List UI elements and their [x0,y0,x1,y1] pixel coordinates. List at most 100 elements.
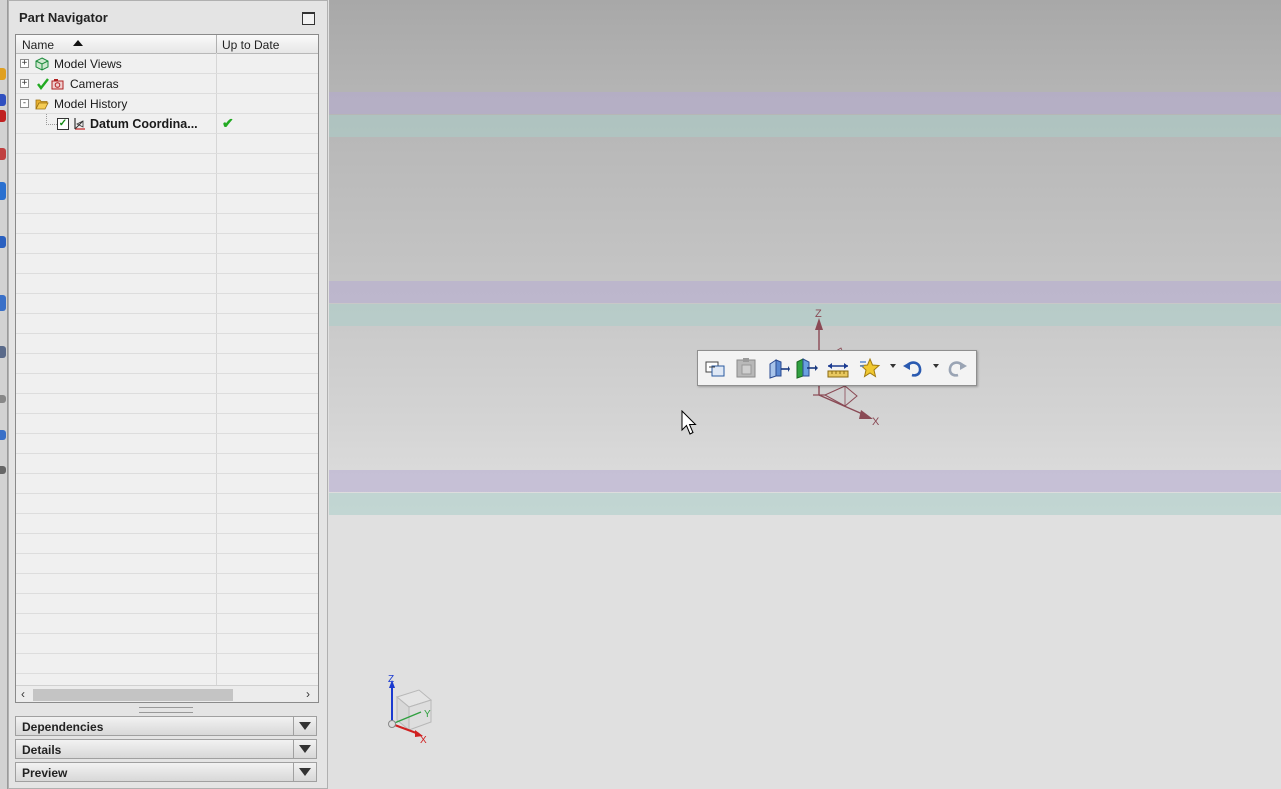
empty-tree-row [16,274,318,294]
background-band [329,115,1281,137]
favorites-dropdown-icon[interactable] [890,364,896,368]
column-divider[interactable] [216,35,217,53]
tool-icon[interactable] [0,148,6,160]
chevron-down-icon[interactable] [293,763,316,781]
revolve-icon[interactable] [794,356,818,380]
empty-tree-row [16,634,318,654]
tool-icon[interactable] [0,94,6,106]
tool-icon[interactable] [0,236,6,248]
collapse-icon[interactable]: - [20,99,29,108]
tree-row-model-history[interactable]: - Model History [16,94,318,114]
mouse-cursor-icon [681,410,697,435]
tool-icon[interactable] [0,466,6,474]
preview-panel-header[interactable]: Preview [15,762,317,782]
tool-icon[interactable] [0,110,6,122]
panel-label: Details [22,743,62,757]
triad-x-label: X [420,735,427,746]
tool-icon[interactable] [0,346,6,358]
navigator-tree: Name Up to Date + Model Views + Cameras … [15,34,319,703]
tree-row-cameras[interactable]: + Cameras [16,74,318,94]
radial-mini-toolbar [697,350,977,386]
empty-tree-row [16,494,318,514]
datum-csys-icon [74,118,85,130]
empty-tree-row [16,334,318,354]
tree-connector-lines [46,114,58,125]
csys-x-label: X [872,416,880,428]
measure-distance-icon[interactable] [826,356,850,380]
visibility-checkbox[interactable]: ✓ [57,118,69,130]
tool-icon[interactable] [0,68,6,80]
expand-icon[interactable]: + [20,79,29,88]
empty-tree-row [16,554,318,574]
empty-tree-row [16,354,318,374]
expand-icon[interactable]: + [20,59,29,68]
tree-row-label: Model History [54,97,128,111]
chevron-down-icon[interactable] [293,717,316,735]
tree-row-model-views[interactable]: + Model Views [16,54,318,74]
model-views-icon [35,57,49,71]
tree-row-datum-csys[interactable]: ✓ Datum Coordina... ✔ [16,114,318,134]
navigator-title: Part Navigator [19,10,108,25]
tree-row-label: Model Views [54,57,122,71]
sort-ascending-icon [73,40,83,46]
redo-icon[interactable] [945,356,969,380]
empty-tree-row [16,534,318,554]
empty-tree-row [16,154,318,174]
camera-icon [51,79,64,90]
empty-tree-row [16,314,318,334]
background-band [329,470,1281,492]
column-header-name[interactable]: Name [22,38,54,52]
favorites-icon[interactable] [858,356,882,380]
left-toolbar-strip [0,0,8,789]
graphics-window[interactable]: Z X Z X Y [329,0,1281,789]
empty-tree-row [16,574,318,594]
background-band [329,92,1281,114]
fit-view-icon[interactable] [703,356,727,380]
csys-z-label: Z [815,308,822,320]
empty-tree-row [16,294,318,314]
empty-tree-row [16,474,318,494]
part-navigator-panel: Part Navigator Name Up to Date + Model V… [8,0,328,789]
panel-label: Dependencies [22,720,104,734]
empty-tree-row [16,254,318,274]
maximize-icon[interactable] [302,12,315,25]
empty-tree-row [16,454,318,474]
triad-y-label: Y [424,709,431,720]
tool-icon[interactable] [0,395,6,403]
up-to-date-check-icon: ✔ [222,115,234,131]
empty-tree-row [16,394,318,414]
view-triad[interactable]: Z X Y [379,672,449,752]
tool-icon[interactable] [0,430,6,440]
folder-open-icon [35,99,49,110]
undo-icon[interactable] [901,356,925,380]
tree-rows: + Model Views + Cameras - Model History … [16,54,318,694]
empty-tree-row [16,174,318,194]
background-band [329,281,1281,303]
empty-tree-row [16,614,318,634]
empty-tree-row [16,214,318,234]
background-band [329,493,1281,515]
tool-icon[interactable] [0,295,6,311]
paste-icon[interactable] [734,356,758,380]
background-band [329,304,1281,326]
column-header-up-to-date[interactable]: Up to Date [222,38,279,52]
chevron-down-icon[interactable] [293,740,316,758]
empty-tree-row [16,414,318,434]
empty-rows [16,134,318,694]
undo-dropdown-icon[interactable] [933,364,939,368]
horizontal-scrollbar[interactable]: ‹ › [16,685,318,702]
empty-tree-row [16,514,318,534]
empty-tree-row [16,194,318,214]
panel-splitter-handle[interactable] [139,707,193,713]
scrollbar-thumb[interactable] [33,689,233,701]
dependencies-panel-header[interactable]: Dependencies [15,716,317,736]
empty-tree-row [16,374,318,394]
tool-icon[interactable] [0,182,6,200]
panel-label: Preview [22,766,68,780]
extrude-icon[interactable] [766,356,790,380]
scroll-right-icon[interactable]: › [306,687,310,701]
tree-row-label: Datum Coordina... [90,117,198,131]
details-panel-header[interactable]: Details [15,739,317,759]
scroll-left-icon[interactable]: ‹ [21,687,25,701]
triad-z-label: Z [388,674,394,685]
